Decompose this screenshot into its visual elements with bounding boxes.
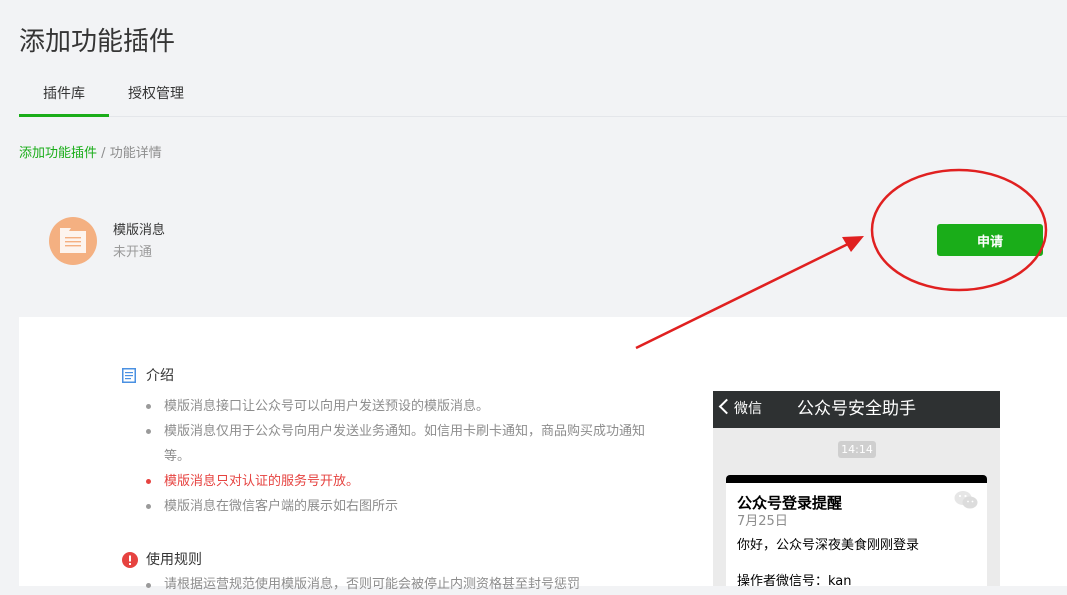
tab-plugin-library[interactable]: 插件库 [19,78,109,117]
document-icon [60,228,86,253]
document-list-icon [122,368,136,383]
breadcrumb-root-link[interactable]: 添加功能插件 [19,146,97,161]
card-title: 公众号登录提醒 [737,494,843,512]
rules-heading-text: 使用规则 [146,552,202,568]
page-title: 添加功能插件 [19,27,176,57]
plugin-status: 未开通 [113,245,153,260]
phone-chat-title: 公众号安全助手 [797,399,916,419]
template-message-card: 公众号登录提醒 7月25日 你好，公众号深夜美食刚刚登录 操作者微信号：kan [726,475,987,586]
card-body: 你好，公众号深夜美食刚刚登录 [737,538,920,553]
phone-timestamp: 14:14 [838,441,876,458]
card-date: 7月25日 [737,514,788,529]
intro-bullet: 模版消息在微信客户端的展示如右图所示 [144,494,664,519]
intro-bullet: 模版消息接口让公众号可以向用户发送预设的模版消息。 [144,394,664,419]
breadcrumb-current: 功能详情 [109,146,162,161]
card-operator: 操作者微信号：kan [737,574,852,586]
rules-bullet: 请根据运营规范使用模版消息，否则可能会被停止内测资格甚至封号惩罚 [144,575,580,595]
tab-authorization-management[interactable]: 授权管理 [121,78,191,114]
apply-button[interactable]: 申请 [937,224,1043,256]
exclamation-icon [122,552,138,568]
wechat-icon [954,491,978,509]
phone-nav-bar: 微信 公众号安全助手 [713,391,1000,428]
breadcrumb-separator: / [101,146,106,161]
phone-preview: 微信 公众号安全助手 14:14 公众号登录提醒 7月25日 你好，公众号深夜美… [713,391,1000,586]
content-panel: 介绍 模版消息接口让公众号可以向用户发送预设的模版消息。 模版消息仅用于公众号向… [19,317,1067,592]
tab-bar: 插件库 授权管理 [19,78,1067,117]
intro-bullet-list: 模版消息接口让公众号可以向用户发送预设的模版消息。 模版消息仅用于公众号向用户发… [144,394,664,519]
plugin-name: 模版消息 [113,223,166,238]
intro-bullet-warning: 模版消息只对认证的服务号开放。 [144,469,664,494]
intro-bullet: 模版消息仅用于公众号向用户发送业务通知。如信用卡刷卡通知，商品购买成功通知等。 [144,419,664,469]
breadcrumb: 添加功能插件 / 功能详情 [19,145,162,163]
plugin-avatar [49,217,97,265]
annotation-arrow-head [842,236,864,252]
intro-heading-text: 介绍 [146,368,174,384]
